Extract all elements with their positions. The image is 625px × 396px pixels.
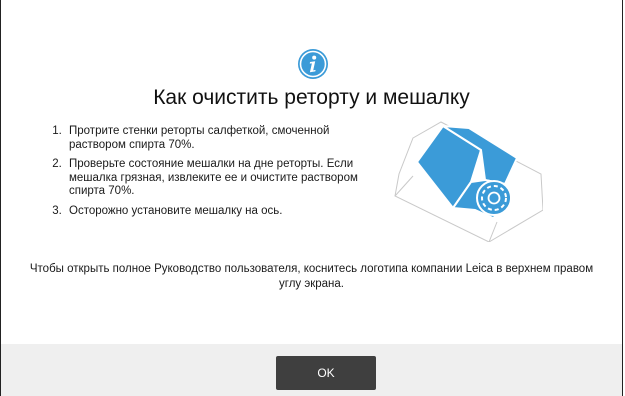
retort-illustration <box>394 121 543 242</box>
dialog: Как очистить реторту и мешалку Протрите … <box>0 0 623 396</box>
info-icon <box>298 49 328 79</box>
steps-list: Протрите стенки реторты салфеткой, смоче… <box>47 125 365 224</box>
step-item: Проверьте состояние мешалки на дне ретор… <box>65 158 365 199</box>
dialog-title: Как очистить реторту и мешалку <box>153 86 470 109</box>
step-item: Протрите стенки реторты салфеткой, смоче… <box>65 125 365 152</box>
step-item: Осторожно установите мешалку на ось. <box>65 205 365 219</box>
user-guide-note: Чтобы открыть полное Руководство пользов… <box>29 263 594 290</box>
ok-button[interactable]: OK <box>276 356 376 390</box>
